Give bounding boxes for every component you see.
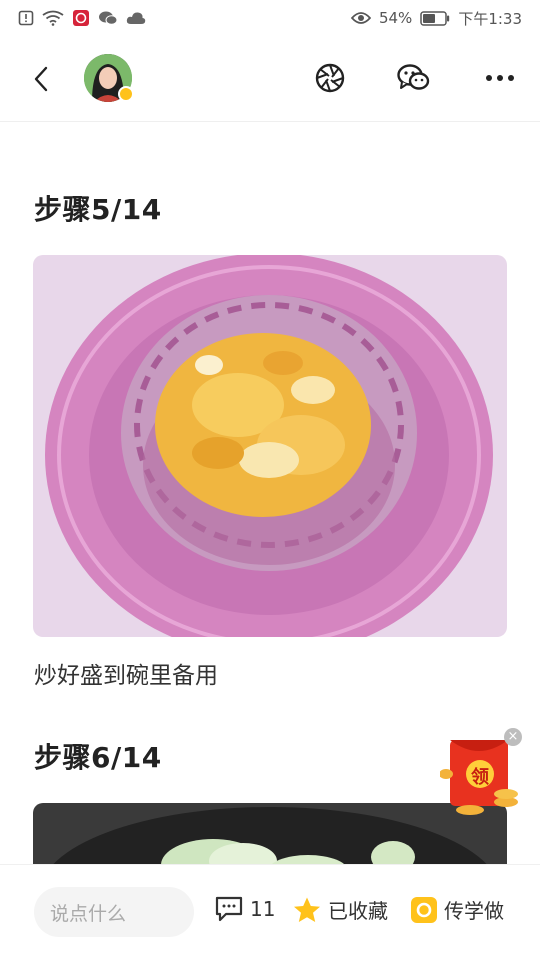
verified-badge-icon — [118, 86, 134, 102]
back-button[interactable] — [24, 62, 58, 96]
close-icon[interactable]: × — [504, 728, 522, 746]
app-notification-icon — [72, 9, 90, 27]
collect-button[interactable]: 已收藏 — [292, 895, 388, 924]
upload-dish-button[interactable]: 传学做 — [410, 895, 504, 924]
wifi-icon — [42, 10, 64, 26]
step-title: 步骤6/14 — [34, 741, 162, 774]
wechat-share-icon — [397, 64, 430, 90]
back-icon — [34, 66, 48, 92]
red-packet-promo[interactable]: 领 × — [439, 728, 526, 820]
comment-input[interactable]: 说点什么 — [34, 887, 194, 937]
step-title: 步骤5/14 — [34, 193, 162, 226]
status-bar: 54% 下午1:33 — [0, 0, 540, 36]
clock: 下午1:33 — [458, 9, 522, 28]
step-description: 炒好盛到碗里备用 — [34, 663, 218, 689]
step-photo[interactable] — [33, 803, 507, 864]
eye-icon — [350, 11, 371, 25]
comment-icon — [215, 896, 243, 922]
red-packet-label: 领 — [471, 767, 489, 788]
comments-button[interactable]: 11 — [214, 895, 275, 923]
battery-percent: 54% — [378, 9, 413, 27]
status-left — [18, 9, 146, 27]
collected-label: 已收藏 — [328, 899, 388, 923]
camera-shutter-button[interactable] — [312, 60, 348, 96]
battery-icon — [420, 10, 450, 26]
alert-icon — [18, 10, 34, 26]
more-button[interactable] — [482, 60, 518, 96]
camera-icon — [411, 896, 437, 923]
top-nav-bar — [0, 36, 540, 122]
comment-placeholder: 说点什么 — [50, 902, 127, 925]
more-icon — [486, 75, 514, 81]
wechat-share-button[interactable] — [396, 60, 432, 96]
camera-shutter-icon — [315, 63, 345, 93]
bottom-action-bar: 说点什么 11 已收藏 传学做 — [0, 864, 540, 960]
cloud-icon — [126, 11, 146, 25]
step-photo[interactable] — [33, 255, 507, 637]
comment-count: 11 — [250, 897, 276, 921]
wechat-icon — [98, 10, 118, 26]
star-icon — [294, 897, 320, 922]
status-right: 54% 下午1:33 — [350, 8, 522, 29]
upload-label: 传学做 — [444, 899, 504, 923]
